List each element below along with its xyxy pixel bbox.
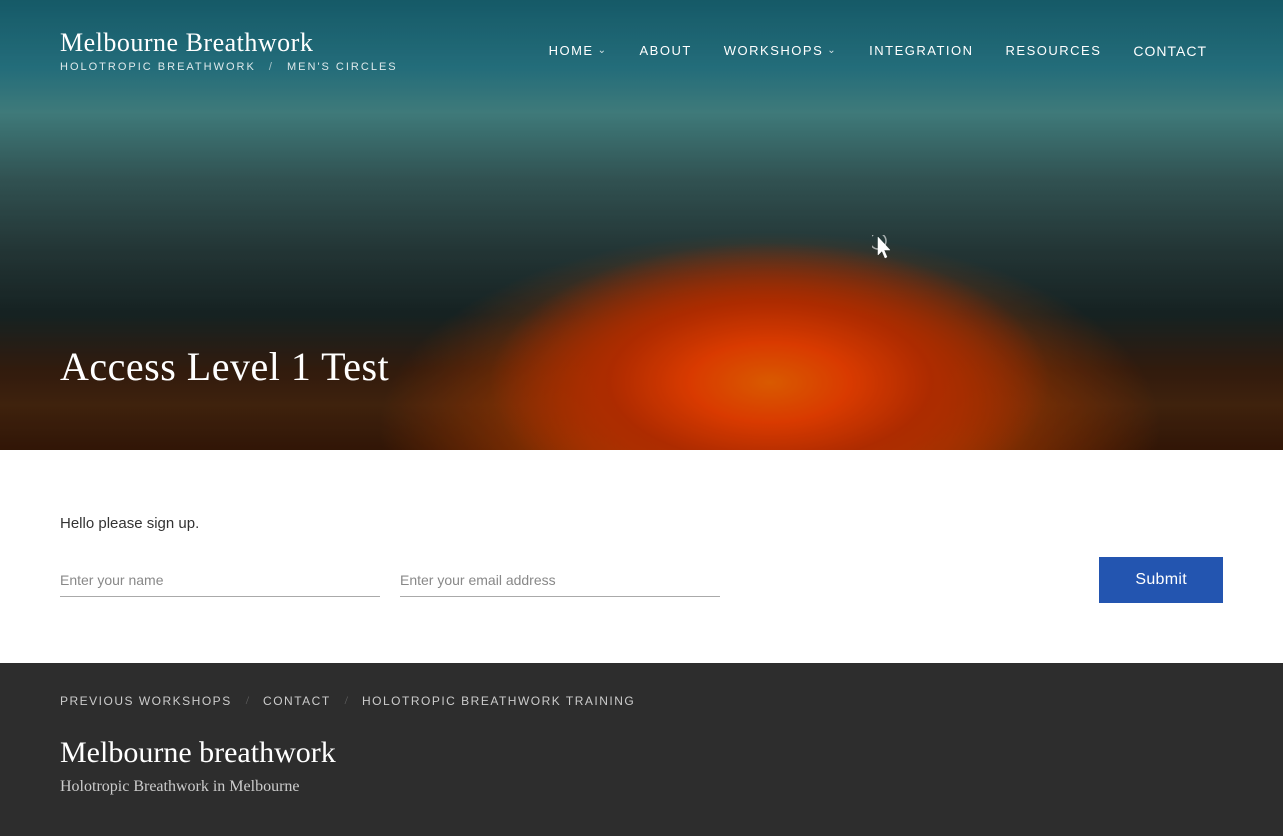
nav-link-integration[interactable]: INTEGRATION (853, 35, 989, 66)
signup-text: Hello please sign up. (60, 510, 1223, 537)
footer-link-contact[interactable]: CONTACT (263, 694, 331, 708)
brand-logo[interactable]: Melbourne Breathwork HOLOTROPIC BREATHWO… (60, 28, 398, 73)
nav-item-home[interactable]: HOME ⌄ (533, 35, 624, 66)
brand-tagline-2: MEN'S CIRCLES (287, 61, 398, 73)
main-content-area: Hello please sign up. Submit (0, 450, 1283, 663)
nav-links: HOME ⌄ ABOUT WORKSHOPS ⌄ INTEGRATION (533, 35, 1223, 67)
footer-tagline: Holotropic Breathwork in Melbourne (60, 778, 1223, 796)
nav-link-workshops[interactable]: WORKSHOPS ⌄ (708, 35, 853, 66)
footer-brand-name: Melbourne breathwork (60, 736, 1223, 770)
chevron-down-icon: ⌄ (598, 45, 608, 56)
footer-links: PREVIOUS WORKSHOPS / CONTACT / HOLOTROPI… (60, 693, 1223, 708)
footer-sep-2: / (345, 693, 348, 708)
signup-form: Submit (60, 557, 1223, 603)
chevron-down-icon: ⌄ (827, 45, 837, 56)
nav-item-integration[interactable]: INTEGRATION (853, 35, 989, 66)
nav-item-workshops[interactable]: WORKSHOPS ⌄ (708, 35, 853, 66)
hero-title: Access Level 1 Test (60, 343, 389, 390)
footer-link-holotropic-training[interactable]: HOLOTROPIC BREATHWORK TRAINING (362, 694, 635, 708)
hero-section: Melbourne Breathwork HOLOTROPIC BREATHWO… (0, 0, 1283, 450)
nav-item-about[interactable]: ABOUT (623, 35, 707, 66)
email-input[interactable] (400, 564, 720, 597)
nav-link-contact[interactable]: CONTACT (1117, 35, 1223, 67)
navbar: Melbourne Breathwork HOLOTROPIC BREATHWO… (0, 0, 1283, 93)
brand-tagline-1: HOLOTROPIC BREATHWORK (60, 61, 256, 73)
brand-name: Melbourne Breathwork (60, 28, 398, 58)
cursor-pointer-icon (872, 235, 896, 259)
footer-sep-1: / (246, 693, 249, 708)
hero-content: Access Level 1 Test (60, 343, 389, 390)
nav-item-contact[interactable]: CONTACT (1117, 35, 1223, 67)
nav-link-resources[interactable]: RESOURCES (990, 35, 1118, 66)
submit-button[interactable]: Submit (1099, 557, 1223, 603)
name-input[interactable] (60, 564, 380, 597)
footer-area: PREVIOUS WORKSHOPS / CONTACT / HOLOTROPI… (0, 663, 1283, 836)
nav-link-about[interactable]: ABOUT (623, 35, 707, 66)
brand-tagline: HOLOTROPIC BREATHWORK / MEN'S CIRCLES (60, 61, 398, 73)
brand-separator: / (269, 61, 274, 73)
nav-link-home[interactable]: HOME ⌄ (533, 35, 624, 66)
footer-link-previous-workshops[interactable]: PREVIOUS WORKSHOPS (60, 694, 232, 708)
nav-item-resources[interactable]: RESOURCES (990, 35, 1118, 66)
